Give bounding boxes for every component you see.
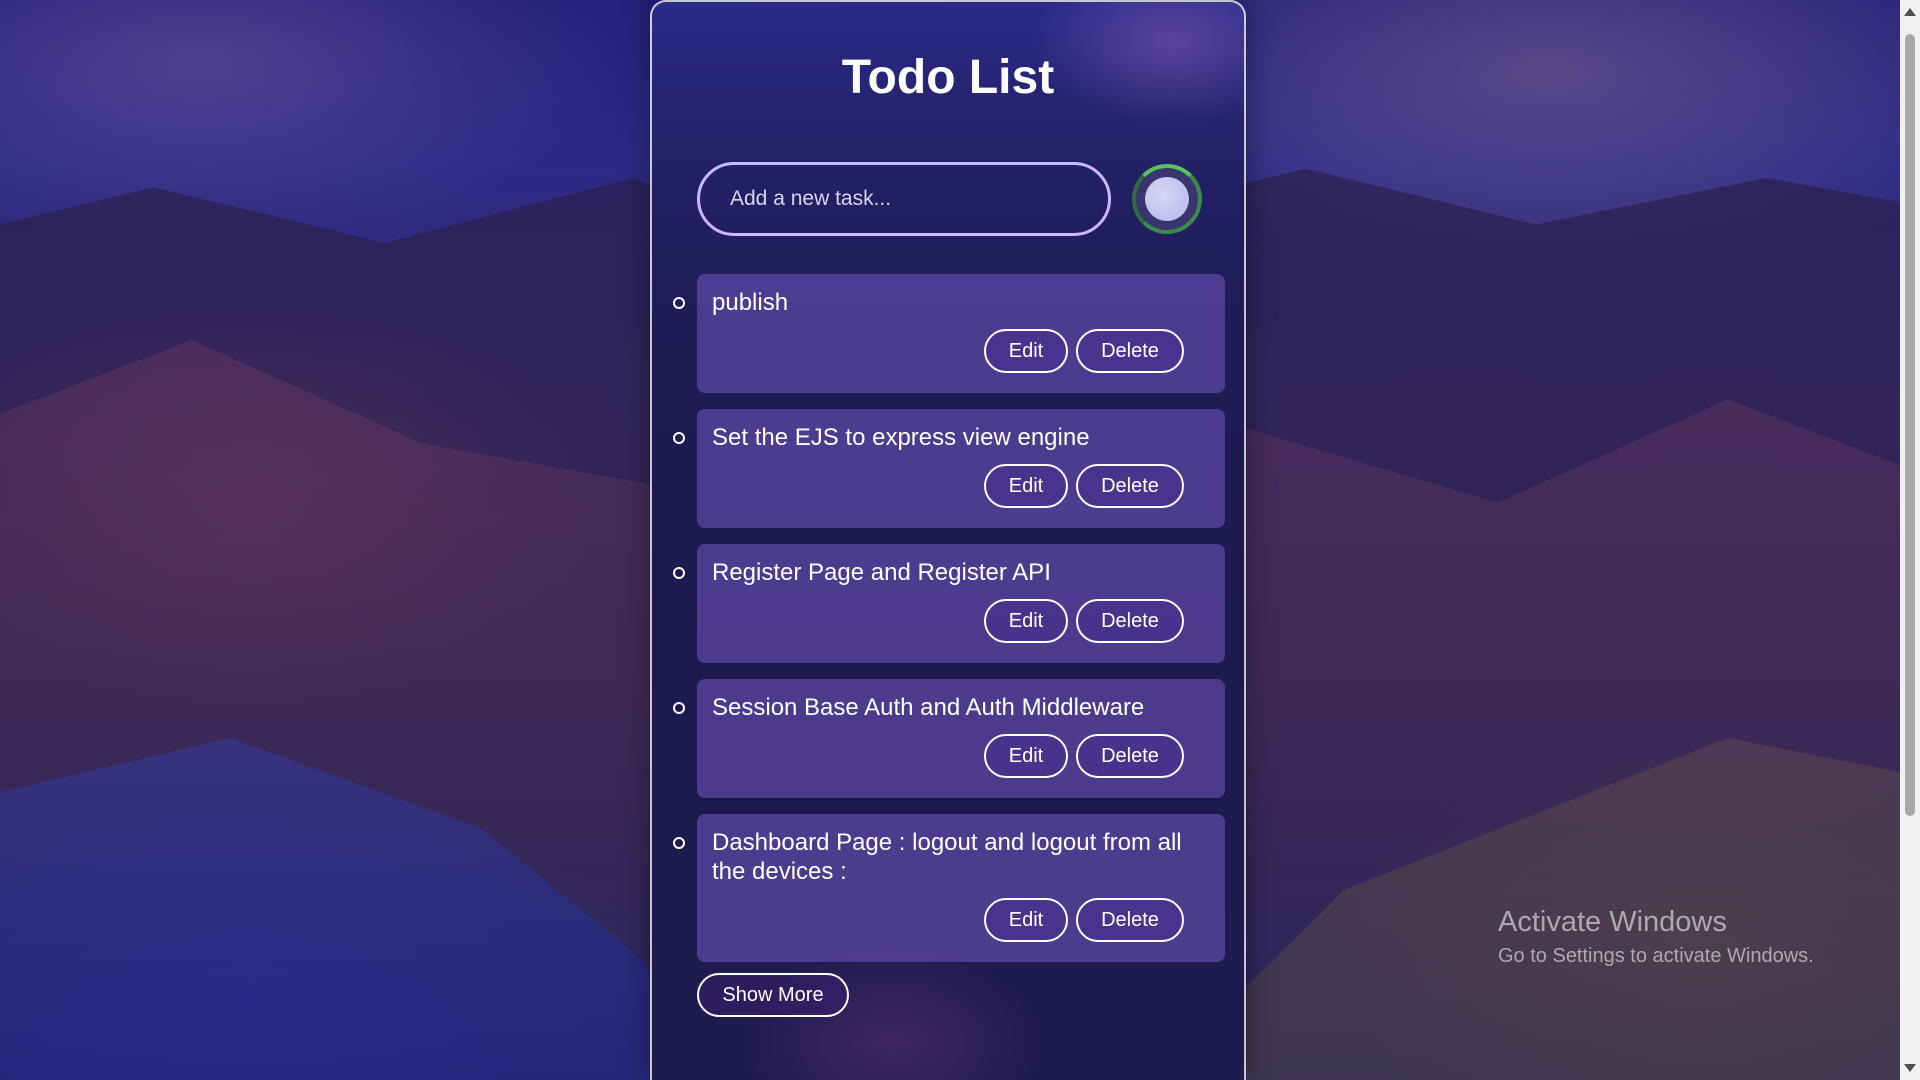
task-item: Dashboard Page : logout and logout from … bbox=[673, 814, 1225, 962]
activate-windows-watermark: Activate Windows Go to Settings to activ… bbox=[1498, 906, 1814, 968]
edit-button[interactable]: Edit bbox=[984, 599, 1068, 643]
task-text: publish bbox=[712, 289, 789, 316]
hollow-circle-bullet-icon bbox=[673, 702, 685, 714]
hollow-circle-bullet-icon bbox=[673, 432, 685, 444]
page-title: Todo List bbox=[841, 51, 1055, 104]
hollow-circle-bullet-icon bbox=[673, 837, 685, 849]
edit-button[interactable]: Edit bbox=[984, 329, 1068, 373]
add-task-button[interactable] bbox=[1132, 164, 1202, 234]
task-text: Dashboard Page : logout and logout from … bbox=[712, 829, 1182, 885]
edit-button[interactable]: Edit bbox=[984, 734, 1068, 778]
task-input[interactable] bbox=[697, 162, 1111, 236]
delete-button[interactable]: Delete bbox=[1076, 599, 1184, 643]
watermark-title: Activate Windows bbox=[1498, 906, 1727, 938]
hollow-circle-bullet-icon bbox=[673, 297, 685, 309]
hollow-circle-bullet-icon bbox=[673, 567, 685, 579]
delete-button[interactable]: Delete bbox=[1076, 734, 1184, 778]
circle-add-icon bbox=[1145, 177, 1189, 221]
vertical-scrollbar[interactable] bbox=[1900, 0, 1920, 1080]
task-item: Register Page and Register API Edit Dele… bbox=[673, 544, 1225, 663]
task-actions: Edit Delete bbox=[712, 599, 1210, 643]
task-text: Session Base Auth and Auth Middleware bbox=[712, 694, 1145, 721]
task-actions: Edit Delete bbox=[712, 898, 1210, 942]
task-item: publish Edit Delete bbox=[673, 274, 1225, 393]
watermark-subtitle: Go to Settings to activate Windows. bbox=[1498, 945, 1814, 967]
delete-button[interactable]: Delete bbox=[1076, 329, 1184, 373]
task-actions: Edit Delete bbox=[712, 329, 1210, 373]
task-text: Register Page and Register API bbox=[712, 559, 1051, 586]
scroll-thumb[interactable] bbox=[1905, 34, 1915, 816]
task-text: Set the EJS to express view engine bbox=[712, 424, 1090, 451]
task-item: Set the EJS to express view engine Edit … bbox=[673, 409, 1225, 528]
task-actions: Edit Delete bbox=[712, 464, 1210, 508]
delete-button[interactable]: Delete bbox=[1076, 464, 1184, 508]
task-item: Session Base Auth and Auth Middleware Ed… bbox=[673, 679, 1225, 798]
scroll-down-icon[interactable] bbox=[1904, 1064, 1916, 1072]
edit-button[interactable]: Edit bbox=[984, 464, 1068, 508]
show-more-button[interactable]: Show More bbox=[697, 973, 849, 1017]
scroll-up-icon[interactable] bbox=[1904, 8, 1916, 16]
edit-button[interactable]: Edit bbox=[984, 898, 1068, 942]
task-list: publish Edit Delete Set the EJS to expre… bbox=[673, 274, 1227, 978]
task-actions: Edit Delete bbox=[712, 734, 1210, 778]
delete-button[interactable]: Delete bbox=[1076, 898, 1184, 942]
todo-panel: Todo List publish Edit Delete Set the EJ… bbox=[650, 0, 1246, 1080]
